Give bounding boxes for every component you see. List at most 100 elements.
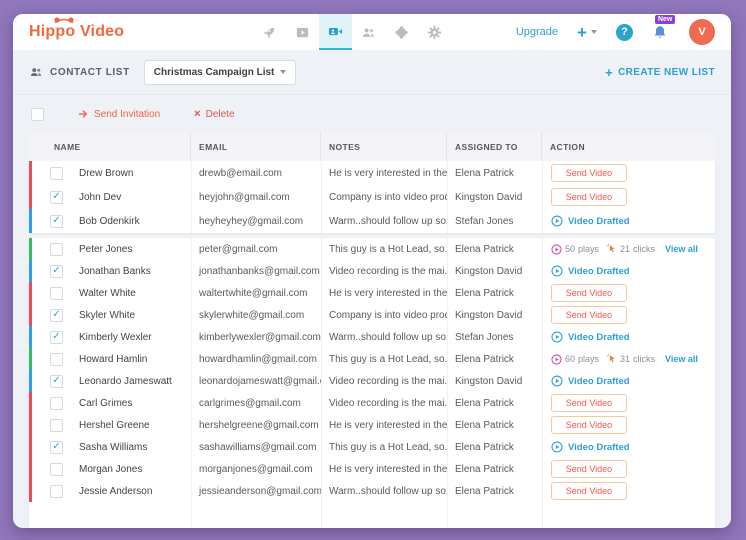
film-icon[interactable] [286, 14, 319, 50]
name-cell: ✓ Sasha Williams [29, 436, 191, 458]
video-drafted-link[interactable]: Video Drafted [551, 265, 630, 277]
plays-play-icon [551, 354, 562, 365]
contact-email: skylerwhite@gmail.com [199, 310, 304, 321]
action-cell: Video Drafted [542, 436, 715, 458]
row-checkbox[interactable] [50, 287, 63, 300]
row-checkbox[interactable] [50, 397, 63, 410]
send-video-button[interactable]: Send Video [551, 394, 627, 412]
assigned-to-cell: Elena Patrick [447, 238, 542, 260]
video-drafted-link[interactable]: Video Drafted [551, 331, 630, 343]
assigned-to-cell: Elena Patrick [447, 161, 542, 185]
email-cell: leonardojameswatt@gmail.com [191, 370, 321, 392]
assigned-to-cell: Kingston David [447, 260, 542, 282]
hippo-video-logo[interactable]: Hippo Video [29, 14, 189, 50]
row-checkbox[interactable]: ✓ [50, 191, 63, 204]
contact-assigned: Elena Patrick [455, 244, 514, 255]
send-invitation-button[interactable]: Send Invitation [78, 109, 160, 120]
contacts-table: NAME EMAIL NOTES ASSIGNED TO ACTION Drew… [13, 133, 731, 528]
row-color-bar [29, 326, 32, 348]
row-checkbox[interactable]: ✓ [50, 309, 63, 322]
row-checkbox[interactable] [50, 419, 63, 432]
send-video-button[interactable]: Send Video [551, 306, 627, 324]
add-new-dropdown[interactable]: + [577, 24, 597, 41]
video-drafted-link[interactable]: Video Drafted [551, 215, 630, 227]
contact-assigned: Elena Patrick [455, 354, 514, 365]
help-button[interactable]: ? [616, 24, 633, 41]
email-cell: heyjohn@gmail.com [191, 185, 321, 209]
plays-count: 60 [565, 354, 575, 364]
assigned-to-cell: Elena Patrick [447, 480, 542, 502]
play-circle-icon [551, 331, 563, 343]
send-video-button[interactable]: Send Video [551, 164, 627, 182]
email-cell: jonathanbanks@gmail.com [191, 260, 321, 282]
row-checkbox[interactable] [50, 167, 63, 180]
notes-cell: This guy is a Hot Lead, so... [321, 348, 447, 370]
send-video-button[interactable]: Send Video [551, 460, 627, 478]
rocket-icon[interactable] [253, 14, 286, 50]
video-camera-icon[interactable] [319, 14, 352, 50]
list-select-dropdown[interactable]: Christmas Campaign List [144, 60, 296, 85]
contact-name: Sasha Williams [79, 442, 147, 453]
row-color-bar [29, 282, 32, 304]
upgrade-link[interactable]: Upgrade [516, 26, 558, 38]
contact-assigned: Elena Patrick [455, 442, 514, 453]
contact-name: Peter Jones [79, 244, 132, 255]
table-row: ✓ Jonathan Banks jonathanbanks@gmail.com… [29, 260, 715, 282]
view-all-link[interactable]: View all [665, 244, 698, 254]
user-avatar[interactable]: V [689, 19, 715, 45]
stats-group: 50 plays 21 clicks View all [551, 243, 698, 256]
send-video-button[interactable]: Send Video [551, 416, 627, 434]
row-checkbox[interactable]: ✓ [50, 375, 63, 388]
users-icon[interactable] [352, 14, 385, 50]
create-new-list-button[interactable]: + CREATE NEW LIST [605, 66, 715, 79]
name-cell: Peter Jones [29, 238, 191, 260]
plays-stat[interactable]: 60 plays [551, 354, 599, 365]
plays-stat[interactable]: 50 plays [551, 244, 599, 255]
contact-name: Jessie Anderson [79, 486, 152, 497]
view-all-link[interactable]: View all [665, 354, 698, 364]
notifications-button[interactable]: New [652, 24, 670, 44]
table-row: ✓ Kimberly Wexler kimberlywexler@gmail.c… [29, 326, 715, 348]
assigned-to-cell: Elena Patrick [447, 414, 542, 436]
stats-group: 60 plays 31 clicks View all [551, 353, 698, 366]
send-video-button[interactable]: Send Video [551, 284, 627, 302]
row-checkbox[interactable] [50, 485, 63, 498]
delete-button[interactable]: × Delete [194, 109, 234, 120]
table-header-row: NAME EMAIL NOTES ASSIGNED TO ACTION [29, 133, 715, 161]
row-checkbox[interactable]: ✓ [50, 215, 63, 228]
row-checkbox[interactable]: ✓ [50, 265, 63, 278]
contact-name: Drew Brown [79, 168, 133, 179]
video-drafted-link[interactable]: Video Drafted [551, 441, 630, 453]
contact-name: Bob Odenkirk [79, 216, 140, 227]
contact-name: Howard Hamlin [79, 354, 147, 365]
row-checkbox[interactable]: ✓ [50, 441, 63, 454]
email-cell: peter@gmail.com [191, 238, 321, 260]
contact-assigned: Elena Patrick [455, 398, 514, 409]
topbar-right-actions: Upgrade + ? New V [516, 14, 715, 50]
clicks-stat[interactable]: 31 clicks [606, 353, 655, 366]
video-drafted-link[interactable]: Video Drafted [551, 375, 630, 387]
action-cell: Video Drafted [542, 326, 715, 348]
gear-icon[interactable] [418, 14, 451, 50]
notes-cell: He is very interested in the prod... [321, 458, 447, 480]
row-checkbox[interactable] [50, 463, 63, 476]
plus-icon: + [605, 66, 613, 79]
name-cell: ✓ Jonathan Banks [29, 260, 191, 282]
question-mark-icon: ? [621, 26, 628, 38]
row-checkbox[interactable] [50, 353, 63, 366]
column-header-name: NAME [29, 133, 191, 161]
clicks-stat[interactable]: 21 clicks [606, 243, 655, 256]
clicks-cursor-icon [606, 243, 617, 256]
select-all-checkbox[interactable] [31, 108, 44, 121]
notes-cell: Warm..should follow up so.... [321, 209, 447, 233]
send-video-button[interactable]: Send Video [551, 482, 627, 500]
row-color-bar [29, 480, 32, 502]
assigned-to-cell: Elena Patrick [447, 458, 542, 480]
assigned-to-cell: Elena Patrick [447, 282, 542, 304]
row-checkbox[interactable] [50, 243, 63, 256]
puzzle-icon[interactable] [385, 14, 418, 50]
row-checkbox[interactable]: ✓ [50, 331, 63, 344]
contact-assigned: Elena Patrick [455, 486, 514, 497]
send-video-button[interactable]: Send Video [551, 188, 627, 206]
contact-assigned: Elena Patrick [455, 288, 514, 299]
